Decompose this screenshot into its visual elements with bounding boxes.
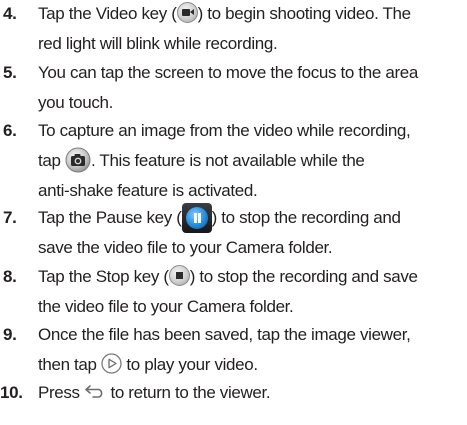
video-key-icon bbox=[176, 2, 198, 24]
step-text: Tap the Stop key () to stop the recordin… bbox=[38, 262, 465, 322]
step-line: then tap to play your video. bbox=[38, 353, 258, 374]
step-line: To capture an image from the video while… bbox=[38, 121, 411, 140]
step-line: red light will blink while recording. bbox=[38, 34, 278, 53]
step-line: anti-shake feature is activated. bbox=[38, 181, 258, 200]
play-icon bbox=[101, 353, 122, 374]
step-number: 6. bbox=[3, 121, 17, 140]
step-number: 7. bbox=[3, 208, 17, 227]
back-arrow-icon bbox=[85, 384, 103, 398]
pause-key-icon bbox=[181, 202, 212, 233]
step-text: You can tap the screen to move the focus… bbox=[38, 58, 465, 118]
stop-key-icon bbox=[168, 265, 190, 287]
step-text: Press to return to the viewer. bbox=[38, 378, 465, 408]
step-number: 10. bbox=[0, 383, 23, 402]
step-line: You can tap the screen to move the focus… bbox=[38, 63, 418, 82]
step-line: Press to return to the viewer. bbox=[38, 383, 271, 402]
step-line: you touch. bbox=[38, 93, 113, 112]
step-line: tap . This feature is not available whil… bbox=[38, 146, 465, 176]
step-number: 4. bbox=[3, 4, 17, 23]
step-line: the video file to your Camera folder. bbox=[38, 297, 294, 316]
step-text: Once the file has been saved, tap the im… bbox=[38, 320, 465, 380]
step-line: Tap the Video key () to begin shooting v… bbox=[38, 2, 411, 24]
step-line: Tap the Stop key () to stop the recordin… bbox=[38, 265, 418, 287]
step-line: Tap the Pause key () to stop the recordi… bbox=[38, 202, 465, 233]
step-number: 9. bbox=[3, 325, 17, 344]
step-text: Tap the Pause key () to stop the recordi… bbox=[38, 202, 465, 263]
camera-icon bbox=[65, 147, 91, 173]
step-number: 8. bbox=[3, 267, 17, 286]
step-line: save the video file to your Camera folde… bbox=[38, 238, 333, 257]
step-number: 5. bbox=[3, 63, 17, 82]
step-text: To capture an image from the video while… bbox=[38, 116, 465, 206]
step-line: Once the file has been saved, tap the im… bbox=[38, 325, 411, 344]
step-text: Tap the Video key () to begin shooting v… bbox=[38, 0, 465, 59]
